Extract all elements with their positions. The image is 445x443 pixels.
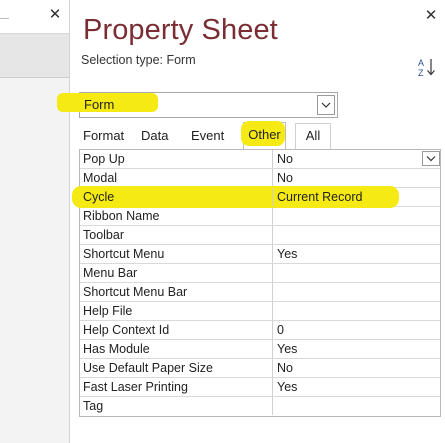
property-value[interactable]: Current Record (274, 188, 441, 206)
property-row[interactable]: Tag (80, 397, 440, 416)
property-value[interactable] (274, 264, 441, 282)
property-name: Shortcut Menu Bar (80, 283, 273, 301)
property-name: Cycle (80, 188, 273, 206)
svg-text:Z: Z (418, 68, 424, 78)
tab-format[interactable]: Format (83, 127, 124, 149)
property-row[interactable]: Toolbar (80, 226, 440, 245)
property-row[interactable]: Help File (80, 302, 440, 321)
property-value[interactable]: Yes (274, 245, 441, 263)
tab-data[interactable]: Data (141, 127, 168, 149)
property-name: Pop Up (80, 150, 273, 168)
background-divider (0, 18, 9, 19)
property-value[interactable] (274, 207, 441, 225)
property-name: Shortcut Menu (80, 245, 273, 263)
tab-event[interactable]: Event (191, 127, 224, 149)
property-name: Modal (80, 169, 273, 187)
property-row[interactable]: Help Context Id 0 (80, 321, 440, 340)
property-value[interactable]: Yes (274, 340, 441, 358)
tab-all[interactable]: All (295, 123, 331, 149)
selection-combo-value: Form (84, 97, 115, 112)
property-value[interactable]: 0 (274, 321, 441, 339)
property-grid: Pop Up No Modal No Cycle Current Record … (72, 149, 441, 417)
property-tabs: Format Data Event Other All (79, 121, 338, 149)
tab-other[interactable]: Other (241, 121, 286, 149)
property-row[interactable]: Shortcut Menu Bar (80, 283, 440, 302)
property-name: Tag (80, 397, 273, 415)
property-name: Fast Laser Printing (80, 378, 273, 396)
property-name: Has Module (80, 340, 273, 358)
combo-dropdown-button[interactable] (317, 95, 335, 115)
property-value[interactable]: No (274, 150, 441, 168)
selection-type-label: Selection type: Form (81, 53, 196, 67)
background-window: ✕ (0, 0, 69, 443)
property-row[interactable]: Has Module Yes (80, 340, 440, 359)
property-name: Toolbar (80, 226, 273, 244)
property-row-cycle[interactable]: Cycle Current Record (72, 186, 441, 208)
property-row[interactable]: Ribbon Name (80, 207, 440, 226)
property-value[interactable]: Yes (274, 378, 441, 396)
property-row[interactable]: Use Default Paper Size No (80, 359, 440, 378)
sort-az-icon[interactable]: A Z (417, 56, 437, 78)
property-name: Menu Bar (80, 264, 273, 282)
property-value[interactable] (274, 283, 441, 301)
property-value[interactable] (274, 226, 441, 244)
value-dropdown-button[interactable] (422, 151, 440, 166)
property-row[interactable]: Menu Bar (80, 264, 440, 283)
property-name: Ribbon Name (80, 207, 273, 225)
chevron-down-icon (426, 156, 436, 162)
property-value[interactable]: No (274, 359, 441, 377)
property-row[interactable]: Pop Up No (80, 150, 440, 169)
property-value-text: No (277, 152, 293, 166)
svg-text:A: A (418, 58, 424, 68)
selection-type-combo[interactable]: Form (57, 92, 338, 118)
property-value[interactable] (274, 302, 441, 320)
tab-other-label: Other (248, 127, 281, 142)
close-icon[interactable]: ✕ (46, 6, 64, 24)
background-toolbar (0, 34, 69, 78)
close-icon[interactable]: ✕ (423, 8, 439, 24)
property-value[interactable]: No (274, 169, 441, 187)
property-name: Help Context Id (80, 321, 273, 339)
property-row[interactable]: Shortcut Menu Yes (80, 245, 440, 264)
property-sheet-panel: ✕ Property Sheet Selection type: Form A … (57, 0, 445, 443)
property-value[interactable] (274, 397, 441, 415)
property-name: Help File (80, 302, 273, 320)
property-name: Use Default Paper Size (80, 359, 273, 377)
panel-title: Property Sheet (83, 14, 278, 46)
property-row[interactable]: Fast Laser Printing Yes (80, 378, 440, 397)
chevron-down-icon (321, 102, 331, 108)
